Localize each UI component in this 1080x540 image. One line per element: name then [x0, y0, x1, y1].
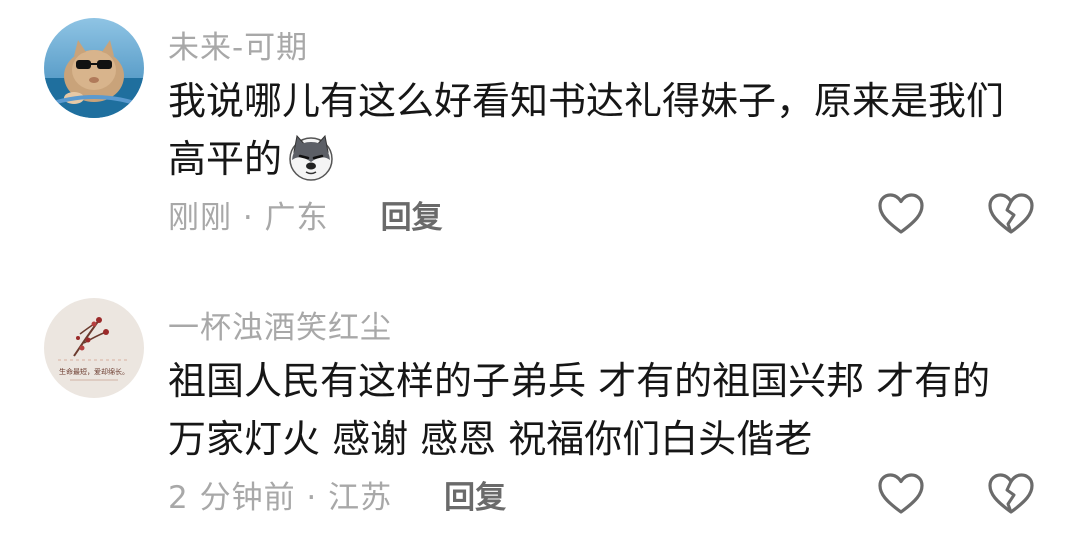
husky-dog-emoji: [289, 134, 333, 181]
heart-icon: [878, 473, 924, 514]
broken-heart-icon: [988, 193, 1034, 234]
comment-text: 我说哪儿有这么好看知书达礼得妹子，原来是我们高平的: [168, 72, 1028, 188]
heart-icon: [878, 193, 924, 234]
cherry-branch-avatar: 生命最短，爱却绵长。: [44, 298, 144, 398]
user-avatar[interactable]: 生命最短，爱却绵长。: [44, 298, 144, 398]
comment-text: 祖国人民有这样的子弟兵 才有的祖国兴邦 才有的万家灯火 感谢 感恩 祝福你们白头…: [168, 359, 991, 461]
avatar-caption: 生命最短，爱却绵长。: [59, 367, 129, 376]
comment-meta: 2 分钟前 · 江苏 回复: [168, 472, 506, 517]
reply-button[interactable]: 回复: [381, 192, 443, 237]
comment-meta: 刚刚 · 广东 回复: [168, 192, 443, 237]
comment-item: 未来-可期 我说哪儿有这么好看知书达礼得妹子，原来是我们高平的 刚刚 · 广东 …: [0, 0, 1080, 270]
username[interactable]: 一杯浊酒笑红尘: [168, 302, 392, 347]
like-button[interactable]: [876, 470, 926, 520]
cat-with-sunglasses-avatar: [44, 18, 144, 118]
dislike-button[interactable]: [986, 470, 1036, 520]
user-avatar[interactable]: [44, 18, 144, 118]
like-button[interactable]: [876, 190, 926, 240]
dislike-button[interactable]: [986, 190, 1036, 240]
username[interactable]: 未来-可期: [168, 22, 308, 67]
comment-item: 生命最短，爱却绵长。 一杯浊酒笑红尘 祖国人民有这样的子弟兵 才有的祖国兴邦 才…: [0, 280, 1080, 540]
reply-button[interactable]: 回复: [444, 472, 506, 517]
time-location: 刚刚 · 广东: [168, 200, 329, 236]
time-location: 2 分钟前 · 江苏: [168, 480, 393, 516]
broken-heart-icon: [988, 473, 1034, 514]
